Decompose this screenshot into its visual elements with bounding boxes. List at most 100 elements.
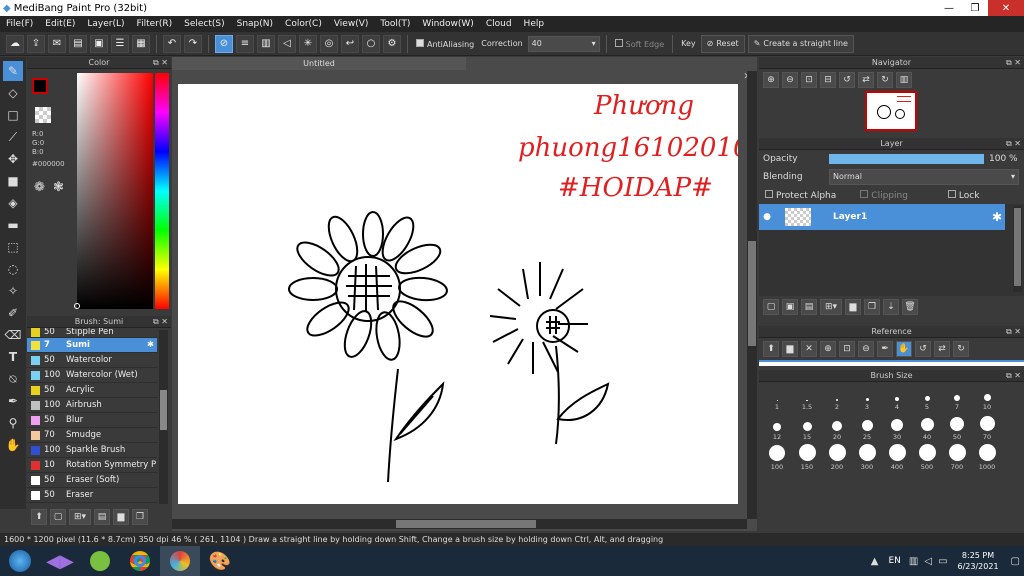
brush-item[interactable]: 50 Watercolor [27,353,157,368]
perspective-snap-icon[interactable]: ◁ [278,34,296,53]
duplicate-brush-icon[interactable]: ❐ [132,509,148,525]
scrollbar-thumb[interactable] [160,390,167,430]
brush-size-option[interactable]: 300 [852,442,882,472]
gradient-tool-icon[interactable]: ▬ [3,215,23,235]
delete-layer-icon[interactable]: 🗑 [902,299,918,315]
add-brush-menu-icon[interactable]: ⊞▾ [69,509,91,525]
menu-file[interactable]: File(F) [0,19,39,29]
grid-icon[interactable]: ▦ [132,34,150,53]
panel-expand-icon[interactable]: ⧉ ✕ [1006,57,1021,69]
close-button[interactable]: ✕ [988,0,1024,16]
brush-size-option[interactable]: 3 [852,382,882,412]
menu-view[interactable]: View(V) [328,19,375,29]
horizontal-scrollbar[interactable] [172,519,747,529]
brush-settings-icon[interactable]: ▤ [94,509,110,525]
hue-slider[interactable] [155,73,169,309]
ellipse-snap-icon[interactable]: ○ [362,34,380,53]
menu-cloud[interactable]: Cloud [480,19,518,29]
brush-size-option[interactable]: 150 [792,442,822,472]
brush-size-option[interactable]: 50 [942,412,972,442]
radial-snap-icon[interactable]: ✳ [299,34,317,53]
brush-size-option[interactable]: 1.5 [792,382,822,412]
visibility-icon[interactable]: ● [759,212,775,222]
brush-upload-icon[interactable]: ⬆ [31,509,47,525]
taskbar-medibang[interactable] [160,546,200,576]
hand-tool-icon[interactable]: ✋ [3,435,23,455]
rectangle-tool-icon[interactable]: □ [3,105,23,125]
select-eraser-icon[interactable]: ⌫ [3,325,23,345]
select-pen-icon[interactable]: ✐ [3,303,23,323]
undo-icon[interactable]: ↶ [163,34,181,53]
brush-item[interactable]: 50 Acrylic [27,383,157,398]
opacity-slider[interactable] [829,153,984,164]
vertical-scrollbar[interactable] [747,71,757,519]
bucket-tool-icon[interactable]: ◈ [3,193,23,213]
cross-snap-icon[interactable]: ▥ [257,34,275,53]
snap-settings-icon[interactable]: ⚙ [383,34,401,53]
brush-item[interactable]: 100 Airbrush [27,398,157,413]
clipping-checkbox[interactable]: Clipping [860,189,908,201]
layer-row-selected[interactable]: ● Layer1 ✱ [759,204,1005,230]
brush-size-option[interactable]: 400 [882,442,912,472]
foreground-swatch[interactable] [32,78,48,94]
brush-size-option[interactable]: 20 [822,412,852,442]
straight-line-button[interactable]: ✎ Create a straight line [747,34,854,53]
menu-help[interactable]: Help [518,19,551,29]
input-language[interactable]: EN [888,556,900,566]
brush-tool-icon[interactable]: ✎ [3,61,23,81]
add-layer-menu-icon[interactable]: ⊞▾ [820,299,842,315]
reset-button[interactable]: ⊘ Reset [700,34,745,53]
brush-size-option[interactable]: 7 [942,382,972,412]
brush-size-option[interactable]: 200 [822,442,852,472]
brush-item-selected[interactable]: 7 Sumi ✱ [27,338,157,353]
flip-icon[interactable]: ⇄ [858,72,874,88]
menu-select[interactable]: Select(S) [178,19,231,29]
soft-edge-checkbox[interactable]: Soft Edge [613,38,666,49]
brush-size-option[interactable]: 5 [912,382,942,412]
flip-icon[interactable]: ⇄ [934,341,950,357]
brush-size-option[interactable]: 70 [972,412,1002,442]
brush-size-option[interactable]: 1 [762,382,792,412]
brush-size-option[interactable]: 15 [792,412,822,442]
color-picker-icon[interactable]: ❃ [53,180,64,195]
taskbar-paint[interactable]: 🎨 [200,546,240,576]
brush-item[interactable]: 70 Smudge [27,428,157,443]
fill-rect-tool-icon[interactable]: ■ [3,171,23,191]
eyedropper-icon[interactable]: ✒ [3,391,23,411]
lasso-tool-icon[interactable]: ◌ [3,259,23,279]
brush-size-option[interactable]: 1000 [972,442,1002,472]
zoom-in-icon[interactable]: ⊕ [763,72,779,88]
fill-eyedropper-icon[interactable]: ⚲ [3,413,23,433]
new-halftone-layer-icon[interactable]: ▣ [782,299,798,315]
eraser-tool-icon[interactable]: ◇ [3,83,23,103]
clock[interactable]: 8:25 PM 6/23/2021 [958,550,999,572]
brush-size-option[interactable]: 25 [852,412,882,442]
scrollbar-thumb[interactable] [748,241,756,346]
layer-list-scrollbar[interactable] [1013,206,1022,292]
save-icon[interactable]: ▣ [90,34,108,53]
protect-alpha-checkbox[interactable]: Protect Alpha [765,189,836,201]
document-tab[interactable]: Untitled [172,57,466,70]
text-tool-icon[interactable]: T [3,347,23,367]
dot-tool-icon[interactable]: ⟋ [3,127,23,147]
volume-icon[interactable]: ◁ [924,556,932,567]
brush-item[interactable]: 100 Sparkle Brush [27,443,157,458]
zoom-out-icon[interactable]: ⊖ [782,72,798,88]
fit-icon[interactable]: ⊡ [801,72,817,88]
zoom-out-icon[interactable]: ⊖ [858,341,874,357]
network-icon[interactable]: ▥ [909,556,918,567]
new-brush-icon[interactable]: ▢ [50,509,66,525]
blending-select[interactable]: Normal ▾ [829,168,1019,185]
duplicate-layer-icon[interactable]: ❐ [864,299,880,315]
menu-window[interactable]: Window(W) [416,19,479,29]
menu-edit[interactable]: Edit(E) [39,19,81,29]
open-folder-icon[interactable]: ▆ [782,341,798,357]
merge-layer-icon[interactable]: ⇣ [883,299,899,315]
brush-item[interactable]: 50 Stipple Pen [27,328,157,338]
divide-tool-icon[interactable]: ⍉ [3,369,23,389]
brush-size-option[interactable]: 10 [972,382,1002,412]
saturation-value-square[interactable] [77,73,153,309]
tray-chevron-icon[interactable]: ▲ [871,556,879,567]
gear-icon[interactable]: ✱ [147,340,154,350]
rotate-right-icon[interactable]: ↻ [877,72,893,88]
